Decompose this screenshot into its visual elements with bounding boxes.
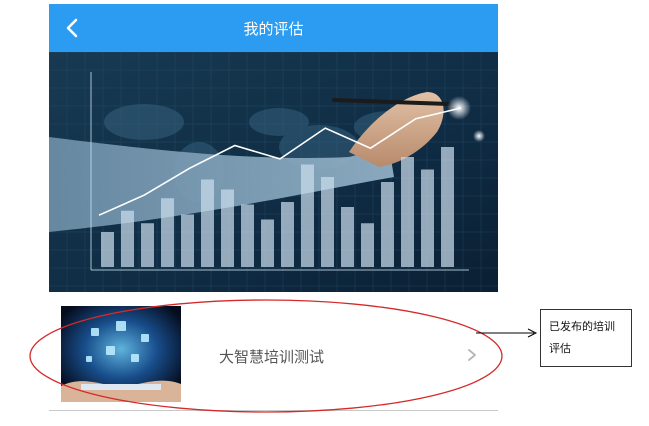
hero-banner [49, 52, 498, 292]
hero-bar [321, 177, 334, 267]
hero-bar [361, 223, 374, 267]
hero-bar [221, 189, 234, 267]
evaluation-title: 大智慧培训测试 [219, 348, 325, 366]
tablet-hologram-thumbnail [61, 306, 181, 402]
page-title: 我的评估 [243, 20, 304, 38]
hero-bar [241, 204, 254, 267]
hero-bar [441, 147, 454, 267]
phone-screen: 我的评估 大智慧培训测试 [49, 4, 498, 414]
header-bar: 我的评估 [49, 4, 498, 52]
hero-bar [201, 179, 214, 267]
hero-bar [401, 157, 414, 267]
annotation-arrow-icon [476, 328, 538, 338]
annotation-callout: 已发布的培训评估 [540, 309, 632, 367]
list-divider [49, 410, 498, 411]
hero-bar [121, 210, 134, 267]
hero-chart-image [49, 52, 498, 292]
hero-bar [141, 223, 154, 267]
hero-bar [301, 164, 314, 267]
chevron-right-icon [468, 349, 476, 361]
hero-bar [261, 219, 274, 267]
hero-bar [341, 207, 354, 267]
hero-bar [381, 182, 394, 267]
evaluation-list-item[interactable]: 大智慧培训测试 [49, 306, 498, 404]
hero-bar [421, 169, 434, 267]
hero-bar [281, 202, 294, 267]
hero-bar [161, 198, 174, 267]
hero-bar [181, 214, 194, 267]
hero-bar [101, 232, 114, 267]
